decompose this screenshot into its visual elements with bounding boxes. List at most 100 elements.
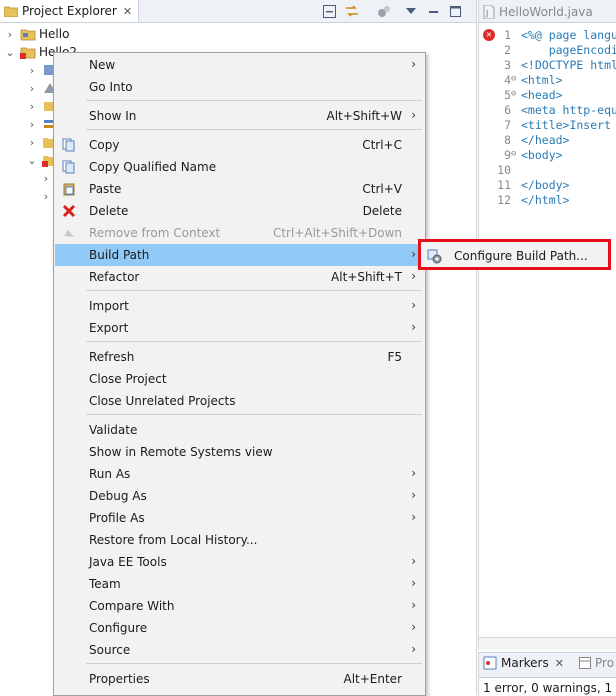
chevron-down-icon[interactable]: ⌄ xyxy=(4,46,16,59)
build-path-submenu: Configure Build Path... xyxy=(418,239,611,270)
menu-item-show-in[interactable]: Show In Alt+Shift+W › xyxy=(55,105,424,127)
editor-tab-bar: J HelloWorld.java xyxy=(479,0,616,23)
menu-item-export[interactable]: Export › xyxy=(55,317,424,339)
close-icon[interactable]: ✕ xyxy=(555,657,564,670)
chevron-right-icon: › xyxy=(411,642,416,656)
menu-item-copy[interactable]: Copy Ctrl+C xyxy=(55,134,424,156)
menu-item-source[interactable]: Source › xyxy=(55,639,424,661)
chevron-right-icon: › xyxy=(411,57,416,71)
horizontal-scrollbar[interactable] xyxy=(479,637,616,650)
fold-icon[interactable]: ⊖ xyxy=(511,89,521,99)
paste-icon xyxy=(61,181,77,197)
chevron-down-icon[interactable]: ⌄ xyxy=(26,154,38,167)
properties-icon xyxy=(579,657,591,669)
chevron-right-icon[interactable]: › xyxy=(26,64,38,77)
menu-item-remove-from-context[interactable]: Remove from Context Ctrl+Alt+Shift+Down xyxy=(55,222,424,244)
code-line: 11 </body> xyxy=(497,178,570,192)
tree-item-hello[interactable]: › Hello xyxy=(0,25,70,43)
menu-item-profile-as[interactable]: Profile As › xyxy=(55,507,424,529)
tab-properties[interactable]: Pro xyxy=(579,656,614,670)
chevron-right-icon: › xyxy=(411,576,416,590)
code-line: 6 <meta http-equ xyxy=(504,103,616,117)
chevron-right-icon[interactable]: › xyxy=(26,118,38,131)
menu-separator xyxy=(86,414,422,415)
close-icon[interactable]: ✕ xyxy=(123,5,132,18)
tree-child-row[interactable]: › xyxy=(40,187,52,205)
menu-item-copy-qualified-name[interactable]: Copy Qualified Name xyxy=(55,156,424,178)
minimize-icon[interactable] xyxy=(426,3,440,19)
menu-item-restore-from-local-history[interactable]: Restore from Local History... xyxy=(55,529,424,551)
menu-item-build-path[interactable]: Build Path › xyxy=(55,244,424,266)
chevron-right-icon: › xyxy=(411,510,416,524)
code-line: 4 ⊖ <html> xyxy=(504,73,563,87)
chevron-right-icon: › xyxy=(411,554,416,568)
chevron-right-icon[interactable]: › xyxy=(4,28,16,41)
menu-item-delete[interactable]: Delete Delete xyxy=(55,200,424,222)
menu-item-go-into[interactable]: Go Into xyxy=(55,76,424,98)
code-line: 8 </head> xyxy=(504,133,570,147)
menu-item-paste[interactable]: Paste Ctrl+V xyxy=(55,178,424,200)
menu-item-close-unrelated-projects[interactable]: Close Unrelated Projects xyxy=(55,390,424,412)
markers-tab-label: Markers xyxy=(501,656,549,670)
chevron-right-icon[interactable]: › xyxy=(26,82,38,95)
code-line: ✕ 1 <%@ page langu xyxy=(479,28,616,43)
java-file-icon: J xyxy=(483,5,495,19)
svg-text:J: J xyxy=(485,9,488,18)
menu-separator xyxy=(86,341,422,342)
menu-item-new[interactable]: New › xyxy=(55,54,424,76)
menu-separator xyxy=(86,129,422,130)
tab-markers[interactable]: Markers ✕ xyxy=(483,656,564,670)
code-line: 5 ⊖ <head> xyxy=(504,88,563,102)
code-editor[interactable]: ✕ 1 <%@ page langu 2 pageEncodi 3 <!DOCTYPE… xyxy=(479,24,616,642)
code-line: 3 <!DOCTYPE html xyxy=(504,58,616,72)
link-with-editor-icon[interactable] xyxy=(344,3,360,19)
menu-item-properties[interactable]: Properties Alt+Enter xyxy=(55,668,424,690)
collapse-all-icon[interactable] xyxy=(322,3,336,19)
chevron-right-icon[interactable]: › xyxy=(26,136,38,149)
chevron-right-icon[interactable]: › xyxy=(40,190,52,203)
chevron-right-icon: › xyxy=(411,108,416,122)
menu-item-java-ee-tools[interactable]: Java EE Tools › xyxy=(55,551,424,573)
focus-icon[interactable] xyxy=(376,3,392,19)
chevron-right-icon: › xyxy=(411,466,416,480)
project-error-icon xyxy=(20,47,36,59)
properties-tab-label: Pro xyxy=(595,656,615,670)
chevron-right-icon: › xyxy=(411,620,416,634)
menu-item-refactor[interactable]: Refactor Alt+Shift+T › xyxy=(55,266,424,288)
view-menu-icon[interactable] xyxy=(404,3,418,19)
fold-icon[interactable]: ⊖ xyxy=(511,74,521,84)
menu-item-import[interactable]: Import › xyxy=(55,295,424,317)
fold-icon[interactable]: ⊖ xyxy=(511,149,521,159)
menu-item-validate[interactable]: Validate xyxy=(55,419,424,441)
menu-separator xyxy=(86,663,422,664)
tab-label: Project Explorer xyxy=(22,4,117,18)
markers-icon xyxy=(483,656,497,670)
chevron-right-icon: › xyxy=(411,247,416,261)
tab-project-explorer[interactable]: Project Explorer ✕ xyxy=(0,0,140,22)
menu-item-show-in-remote-systems[interactable]: Show in Remote Systems view xyxy=(55,441,424,463)
editor-tab-label: HelloWorld.java xyxy=(499,5,593,19)
chevron-right-icon: › xyxy=(411,298,416,312)
menu-item-compare-with[interactable]: Compare With › xyxy=(55,595,424,617)
code-line: 10 xyxy=(497,163,511,177)
menu-item-close-project[interactable]: Close Project xyxy=(55,368,424,390)
maximize-icon[interactable] xyxy=(448,3,462,19)
chevron-right-icon[interactable]: › xyxy=(40,172,52,185)
menu-item-team[interactable]: Team › xyxy=(55,573,424,595)
menu-item-run-as[interactable]: Run As › xyxy=(55,463,424,485)
menu-item-configure[interactable]: Configure › xyxy=(55,617,424,639)
menu-item-debug-as[interactable]: Debug As › xyxy=(55,485,424,507)
folder-icon xyxy=(4,6,18,17)
chevron-right-icon[interactable]: › xyxy=(26,100,38,113)
tab-helloworld-java[interactable]: J HelloWorld.java xyxy=(483,2,593,22)
editor-panel: J HelloWorld.java ✕ 1 <%@ page langu 2 pag… xyxy=(478,0,616,650)
tree-item-label: Hello xyxy=(39,27,70,41)
chevron-right-icon: › xyxy=(411,320,416,334)
code-line: 7 <title>Insert xyxy=(504,118,616,132)
chevron-right-icon: › xyxy=(411,269,416,283)
chevron-right-icon: › xyxy=(411,598,416,612)
tree-child-row[interactable]: › xyxy=(40,169,52,187)
chevron-right-icon: › xyxy=(411,488,416,502)
menu-item-configure-build-path[interactable]: Configure Build Path... xyxy=(423,245,606,267)
menu-item-refresh[interactable]: Refresh F5 xyxy=(55,346,424,368)
